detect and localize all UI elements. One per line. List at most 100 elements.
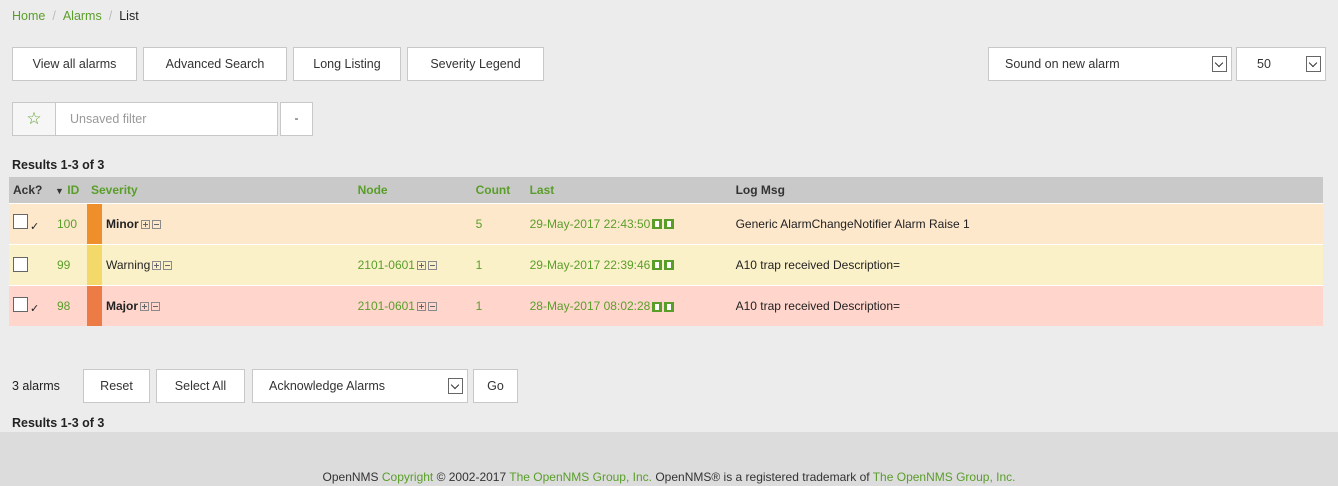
count-cell: 1 [471,243,526,285]
after-filter-icon[interactable] [652,260,663,271]
filter-dropdown-button[interactable]: - [280,102,313,136]
severity-color-bar [87,284,102,326]
before-filter-icon[interactable] [664,219,675,230]
filter-plus-icon[interactable] [140,302,150,312]
alarm-id-link[interactable]: 98 [57,299,70,313]
severity-cell: Major [102,284,354,326]
sort-desc-icon: ▼ [55,185,64,196]
last-cell: 29-May-2017 22:39:46 [525,243,732,285]
breadcrumb: Home / Alarms / List [12,9,139,23]
header-logmsg: Log Msg [731,177,1323,203]
long-listing-button[interactable]: Long Listing [293,47,401,81]
header-ack: Ack? [9,177,53,203]
view-all-alarms-button[interactable]: View all alarms [12,47,137,81]
sound-select-value: Sound on new alarm [1005,57,1120,71]
table-row: 99 Warning 2101-0601 1 29-May-2017 22:39… [9,243,1323,285]
filter-plus-icon[interactable] [140,219,150,229]
ack-check-icon: ✓ [30,303,40,316]
id-cell: 100 [53,202,87,244]
go-button[interactable]: Go [473,369,518,403]
count-link[interactable]: 1 [476,258,483,272]
after-filter-icon[interactable] [652,219,663,230]
breadcrumb-home-link[interactable]: Home [12,9,45,23]
page-size-select[interactable]: 50 [1236,47,1326,81]
node-cell: 2101-0601 [353,284,472,326]
id-cell: 99 [53,243,87,285]
header-id[interactable]: ▼ ID [53,177,87,203]
table-header-row: Ack? ▼ ID Severity Node Count Last Log M… [9,177,1323,203]
alarm-id-link[interactable]: 100 [57,217,77,231]
ack-checkbox[interactable] [13,296,28,312]
breadcrumb-separator: / [108,9,113,23]
alarm-count-label: 3 alarms [12,379,60,393]
filter-minus-icon[interactable] [427,302,437,312]
severity-color-bar [87,202,102,244]
footer-prefix: OpenNMS [322,470,382,484]
alarm-table: Ack? ▼ ID Severity Node Count Last Log M… [9,177,1323,326]
ack-cell: ✓ [9,202,53,244]
count-cell: 1 [471,284,526,326]
last-time: 29-May-2017 22:43:50 [529,216,651,231]
ack-checkbox[interactable] [13,214,28,230]
last-cell: 28-May-2017 08:02:28 [525,284,732,326]
table-row: ✓ 98 Major 2101-0601 1 28-May-2017 08:02… [9,284,1323,326]
ack-cell: ✓ [9,284,53,326]
breadcrumb-alarms-link[interactable]: Alarms [63,9,102,23]
node-cell [353,202,472,244]
severity-cell: Minor [102,202,354,244]
footer-trademark: OpenNMS® is a registered trademark of [652,470,873,484]
chevron-down-icon [1306,56,1321,72]
severity-legend-button[interactable]: Severity Legend [407,47,544,81]
header-last[interactable]: Last [525,177,732,203]
alarm-id-link[interactable]: 99 [57,258,70,272]
reset-button[interactable]: Reset [83,369,150,403]
table-row: ✓ 100 Minor 5 29-May-2017 22:43:50 Gener… [9,202,1323,244]
sound-select[interactable]: Sound on new alarm [988,47,1232,81]
filter-minus-icon[interactable] [427,260,437,270]
footer-text: OpenNMS Copyright © 2002-2017 The OpenNM… [0,470,1338,484]
breadcrumb-separator: / [52,9,56,23]
opennms-group-link[interactable]: The OpenNMS Group, Inc. [873,470,1016,484]
action-select[interactable]: Acknowledge Alarms [252,369,468,403]
severity-cell: Warning [102,243,354,285]
last-time: 28-May-2017 08:02:28 [529,298,651,313]
ack-checkbox[interactable] [13,256,28,272]
copyright-link[interactable]: Copyright [382,470,433,484]
results-count-bottom: Results 1-3 of 3 [12,416,105,430]
last-cell: 29-May-2017 22:43:50 [525,202,732,244]
header-severity[interactable]: Severity [87,177,354,203]
before-filter-icon[interactable] [664,260,675,271]
severity-label: Major [106,298,139,313]
breadcrumb-current: List [119,9,139,23]
node-link[interactable]: 2101-0601 [358,299,415,313]
severity-color-bar [87,243,102,285]
advanced-search-button[interactable]: Advanced Search [143,47,287,81]
filter-minus-icon[interactable] [151,302,161,312]
logmsg-cell: Generic AlarmChangeNotifier Alarm Raise … [731,202,1323,244]
filter-minus-icon[interactable] [163,260,173,270]
footer: OpenNMS Copyright © 2002-2017 The OpenNM… [0,432,1338,486]
filter-input[interactable]: Unsaved filter [56,102,278,136]
favorite-star-icon[interactable]: ☆ [12,102,56,136]
severity-label: Warning [106,257,151,272]
count-link[interactable]: 1 [476,299,483,313]
node-cell: 2101-0601 [353,243,472,285]
count-link[interactable]: 5 [476,217,483,231]
header-node[interactable]: Node [353,177,472,203]
before-filter-icon[interactable] [664,301,675,312]
filter-minus-icon[interactable] [151,219,161,229]
results-count-top: Results 1-3 of 3 [12,158,105,172]
header-count[interactable]: Count [471,177,526,203]
id-cell: 98 [53,284,87,326]
after-filter-icon[interactable] [652,301,663,312]
severity-label: Minor [106,216,139,231]
filter-plus-icon[interactable] [152,260,162,270]
last-time: 29-May-2017 22:39:46 [529,257,651,272]
header-id-label: ID [67,182,80,197]
filter-plus-icon[interactable] [416,260,426,270]
node-link[interactable]: 2101-0601 [358,258,415,272]
opennms-group-link[interactable]: The OpenNMS Group, Inc. [509,470,652,484]
filter-plus-icon[interactable] [416,302,426,312]
select-all-button[interactable]: Select All [156,369,245,403]
ack-cell [9,243,53,285]
